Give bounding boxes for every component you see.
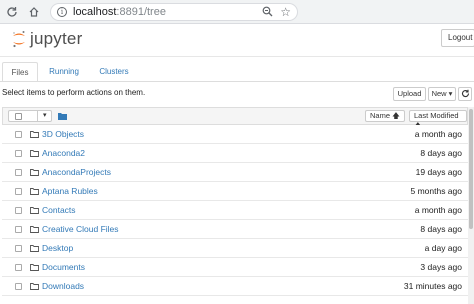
jupyter-logo-icon (13, 31, 25, 48)
list-item[interactable]: Documents 3 days ago (2, 258, 468, 277)
list-item[interactable]: AnacondaProjects 19 days ago (2, 163, 468, 182)
sort-by-modified-button[interactable]: Last Modified 🡅 (409, 110, 467, 130)
item-name-link[interactable]: AnacondaProjects (42, 167, 111, 177)
item-modified: 8 days ago (420, 148, 462, 158)
item-modified: 5 months ago (410, 186, 462, 196)
item-checkbox[interactable] (15, 131, 22, 138)
item-modified: a month ago (414, 129, 462, 139)
home-icon[interactable] (26, 4, 42, 20)
item-checkbox[interactable] (15, 169, 22, 176)
folder-icon (30, 130, 39, 140)
folder-icon (30, 225, 39, 235)
logo-text: jupyter (30, 29, 83, 48)
item-checkbox[interactable] (15, 245, 22, 252)
address-bar[interactable]: i localhost:8891/tree ☆ (50, 3, 298, 21)
folder-icon (30, 282, 39, 292)
select-divider (37, 111, 38, 121)
zoom-icon[interactable] (262, 6, 273, 19)
info-icon[interactable]: i (57, 7, 67, 17)
folder-icon[interactable] (58, 112, 67, 122)
item-modified: a day ago (424, 243, 462, 253)
header-divider (0, 56, 474, 57)
item-name-link[interactable]: Documents (42, 262, 85, 272)
list-item[interactable]: Creative Cloud Files 8 days ago (2, 220, 468, 239)
url-path: :8891/tree (116, 6, 166, 18)
item-checkbox[interactable] (15, 188, 22, 195)
chevron-down-icon[interactable]: ▾ (43, 111, 47, 119)
refresh-icon[interactable] (4, 4, 20, 20)
folder-icon (30, 187, 39, 197)
item-modified: 19 days ago (415, 167, 462, 177)
upload-button[interactable]: Upload (393, 87, 426, 101)
item-name-link[interactable]: Desktop (42, 243, 73, 253)
item-modified: 8 days ago (420, 224, 462, 234)
item-checkbox[interactable] (15, 150, 22, 157)
folder-icon (30, 206, 39, 216)
item-checkbox[interactable] (15, 226, 22, 233)
item-modified: a month ago (414, 205, 462, 215)
item-modified: 31 minutes ago (403, 281, 462, 291)
tab-running[interactable]: Running (43, 62, 85, 82)
browser-toolbar: i localhost:8891/tree ☆ (0, 0, 474, 24)
bookmark-star-icon[interactable]: ☆ (280, 5, 291, 19)
scrollbar-thumb[interactable] (469, 109, 473, 229)
item-name-link[interactable]: Creative Cloud Files (42, 224, 119, 234)
new-button[interactable]: New ▾ (428, 87, 456, 101)
folder-icon (30, 244, 39, 254)
folder-icon (30, 168, 39, 178)
item-checkbox[interactable] (15, 264, 22, 271)
select-all-checkbox[interactable] (15, 113, 22, 120)
list-item[interactable]: Contacts a month ago (2, 201, 468, 220)
jupyter-logo[interactable]: jupyter (12, 28, 82, 50)
instructions-text: Select items to perform actions on them. (2, 88, 146, 97)
item-name-link[interactable]: Aptana Rubles (42, 186, 98, 196)
list-item[interactable]: 3D Objects a month ago (2, 125, 468, 144)
refresh-button[interactable] (458, 87, 472, 101)
refresh-icon (461, 89, 469, 98)
list-header: ▾ Name 🡅 Last Modified 🡅 (2, 107, 468, 130)
item-modified: 3 days ago (420, 262, 462, 272)
url-host: localhost (73, 6, 117, 18)
list-item[interactable]: Downloads 31 minutes ago (2, 277, 468, 296)
tabs-divider (0, 81, 474, 82)
tab-files[interactable]: Files (2, 62, 38, 82)
item-name-link[interactable]: 3D Objects (42, 129, 84, 139)
tab-clusters[interactable]: Clusters (92, 62, 136, 82)
scrollbar[interactable] (468, 107, 474, 304)
list-item[interactable]: Aptana Rubles 5 months ago (2, 182, 468, 201)
list-item[interactable]: Desktop a day ago (2, 239, 468, 258)
sort-by-name-button[interactable]: Name 🡅 (365, 110, 405, 122)
logout-button[interactable]: Logout (441, 29, 474, 47)
item-checkbox[interactable] (15, 283, 22, 290)
select-all-dropdown[interactable]: ▾ (8, 110, 52, 122)
item-name-link[interactable]: Contacts (42, 205, 76, 215)
item-checkbox[interactable] (15, 207, 22, 214)
list-item[interactable]: Anaconda2 8 days ago (2, 144, 468, 163)
item-name-link[interactable]: Downloads (42, 281, 84, 291)
folder-icon (30, 149, 39, 159)
folder-icon (30, 263, 39, 273)
item-name-link[interactable]: Anaconda2 (42, 148, 85, 158)
